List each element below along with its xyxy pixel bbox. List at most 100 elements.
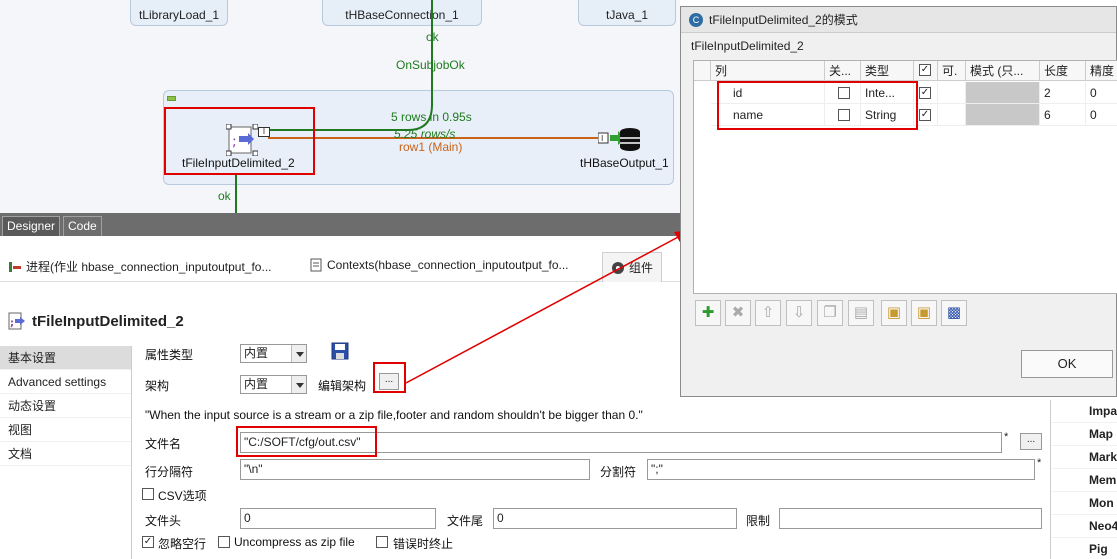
highlight-source-node (164, 107, 315, 175)
column-header-select-all[interactable]: ✓ (914, 61, 938, 81)
csv-options-label: CSV选项 (158, 489, 207, 503)
schema-cell-length[interactable]: 2 (1040, 82, 1086, 104)
footer-input[interactable]: 0 (493, 508, 737, 529)
onsubjobok-label: OnSubjobOk (396, 58, 465, 72)
field-separator-label: 分割符 (600, 465, 637, 479)
column-header[interactable]: 长度 (1040, 61, 1086, 81)
paste-icon[interactable]: ▤ (848, 300, 874, 326)
tab-designer[interactable]: Designer (2, 216, 61, 236)
tab-job-label: 进程(作业 hbase_connection_inputoutput_fo... (26, 260, 272, 274)
save-icon[interactable] (331, 342, 349, 360)
tab-contexts-label: Contexts(hbase_connection_inputoutput_fo… (327, 258, 569, 272)
ok-button[interactable]: OK (1021, 350, 1113, 378)
column-header[interactable]: 列 (711, 61, 825, 81)
file-input-delimited-icon: ; (8, 312, 25, 330)
highlight-filename (236, 426, 377, 457)
highlight-schema-columns (717, 81, 918, 130)
filename-label: 文件名 (145, 437, 182, 451)
nav-advanced-settings[interactable]: Advanced settings (0, 370, 131, 394)
move-down-icon[interactable]: ⇩ (786, 300, 812, 326)
highlight-edit-schema (373, 362, 406, 393)
palette-item[interactable]: Pig (1051, 538, 1117, 559)
svg-text:I: I (601, 134, 603, 143)
column-header[interactable]: 可. (938, 61, 966, 81)
tab-component[interactable]: 组件 (602, 252, 663, 282)
row-main-label: row1 (Main) (399, 140, 463, 154)
palette-item[interactable]: Mark (1051, 446, 1117, 469)
import-schema-icon[interactable]: ▣ (881, 300, 907, 326)
browse-file-button[interactable]: ... (1020, 433, 1042, 450)
limit-input[interactable] (779, 508, 1042, 529)
tab-code[interactable]: Code (63, 216, 102, 236)
nullable-checkbox[interactable]: ✓ (919, 109, 931, 121)
component-title-text: tFileInputDelimited_2 (32, 312, 184, 330)
header-input[interactable]: 0 (240, 508, 436, 529)
schema-cell-length[interactable]: 6 (1040, 104, 1086, 126)
nullable-checkbox[interactable]: ✓ (919, 87, 931, 99)
nav-view[interactable]: 视图 (0, 418, 131, 442)
dialog-title-bar[interactable]: tFileInputDelimited_2的模式 (681, 7, 1116, 33)
row-separator-input[interactable]: "\n" (240, 459, 590, 480)
move-up-icon[interactable]: ⇧ (755, 300, 781, 326)
skip-empty-rows-label: 忽略空行 (158, 537, 207, 551)
schema-cell-pattern[interactable] (966, 82, 1040, 104)
schema-cell-precision[interactable]: 0 (1086, 82, 1117, 104)
schema-cell-precision[interactable]: 0 (1086, 104, 1117, 126)
contexts-icon (310, 258, 322, 272)
palette-item[interactable]: Mon (1051, 492, 1117, 515)
target-node[interactable]: I (597, 127, 646, 153)
designer-code-tabs: Designer Code (0, 213, 680, 236)
limit-label: 限制 (746, 514, 771, 528)
edit-schema-label: 编辑架构 (318, 379, 367, 393)
add-row-icon[interactable]: ✚ (695, 300, 721, 326)
svg-text:;: ; (10, 318, 14, 329)
nav-documentation[interactable]: 文档 (0, 442, 131, 466)
schema-table[interactable]: 列 关... 类型 ✓ 可. 模式 (只... 长度 精度 id Inte...… (693, 60, 1117, 294)
tab-contexts[interactable]: Contexts(hbase_connection_inputoutput_fo… (309, 258, 569, 272)
schema-cell-pattern[interactable] (966, 104, 1040, 126)
input-source-note: "When the input source is a stream or a … (145, 408, 643, 422)
dialog-subtitle: tFileInputDelimited_2 (691, 39, 804, 53)
schema-cell-empty[interactable] (938, 104, 966, 126)
column-header[interactable]: 精度 (1086, 61, 1117, 81)
column-header[interactable]: 类型 (861, 61, 914, 81)
column-header[interactable]: 模式 (只... (966, 61, 1040, 81)
column-header[interactable]: 关... (825, 61, 861, 81)
palette-item[interactable]: Map (1051, 423, 1117, 446)
flow-stats-rows: 5 rows in 0.95s (391, 110, 472, 124)
flow-stats-rate: 5.25 rows/s (394, 127, 456, 141)
tab-job[interactable]: 进程(作业 hbase_connection_inputoutput_fo... (8, 258, 272, 275)
footer-label: 文件尾 (447, 514, 484, 528)
save-icon[interactable]: ▩ (941, 300, 967, 326)
ok-trigger-label: ok (426, 30, 439, 44)
ok-trigger-bottom-label: ok (218, 189, 231, 203)
palette-item[interactable]: Impa (1051, 400, 1117, 423)
component-title: ; tFileInputDelimited_2 (8, 312, 184, 330)
field-separator-input[interactable]: ";" (647, 459, 1035, 480)
views-tab-bar: 进程(作业 hbase_connection_inputoutput_fo...… (0, 252, 680, 282)
skip-empty-rows-checkbox[interactable]: ✓ (142, 536, 154, 548)
property-type-select[interactable]: 内置 (240, 344, 307, 363)
hbase-output-icon: I (597, 128, 640, 151)
row-separator-label: 行分隔符 (145, 465, 194, 479)
designer-canvas[interactable]: tLibraryLoad_1 tHBaseConnection_1 tJava_… (0, 0, 680, 213)
die-on-error-checkbox[interactable] (376, 536, 388, 548)
copy-icon[interactable]: ❐ (817, 300, 843, 326)
schema-cell-empty[interactable] (938, 82, 966, 104)
delete-row-icon[interactable]: ✖ (725, 300, 751, 326)
property-type-label: 属性类型 (145, 348, 194, 362)
schema-dialog: tFileInputDelimited_2的模式 C tFileInputDel… (680, 6, 1117, 397)
schema-select[interactable]: 内置 (240, 375, 307, 394)
palette-item[interactable]: Neo4 (1051, 515, 1117, 538)
uncompress-zip-label: Uncompress as zip file (234, 535, 355, 549)
dialog-title: tFileInputDelimited_2的模式 (709, 13, 858, 27)
nav-basic-settings[interactable]: 基本设置 (0, 346, 131, 370)
schema-label: 架构 (145, 379, 170, 393)
palette-item[interactable]: Mem (1051, 469, 1117, 492)
nav-dynamic-settings[interactable]: 动态设置 (0, 394, 131, 418)
export-schema-icon[interactable]: ▣ (911, 300, 937, 326)
nullable-all-checkbox[interactable]: ✓ (919, 64, 931, 76)
tab-component-label: 组件 (629, 261, 654, 275)
uncompress-zip-checkbox[interactable] (218, 536, 230, 548)
csv-options-checkbox[interactable] (142, 488, 154, 500)
